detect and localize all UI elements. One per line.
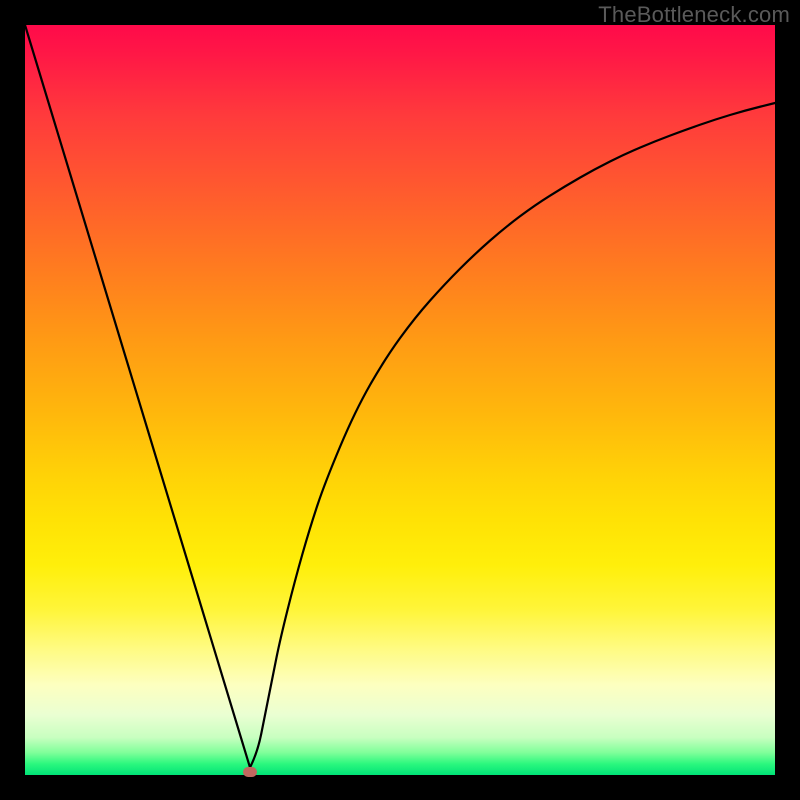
optimal-point-marker — [243, 767, 257, 777]
curve-path — [25, 25, 775, 768]
plot-area — [25, 25, 775, 775]
bottleneck-curve — [25, 25, 775, 775]
chart-frame: TheBottleneck.com — [0, 0, 800, 800]
